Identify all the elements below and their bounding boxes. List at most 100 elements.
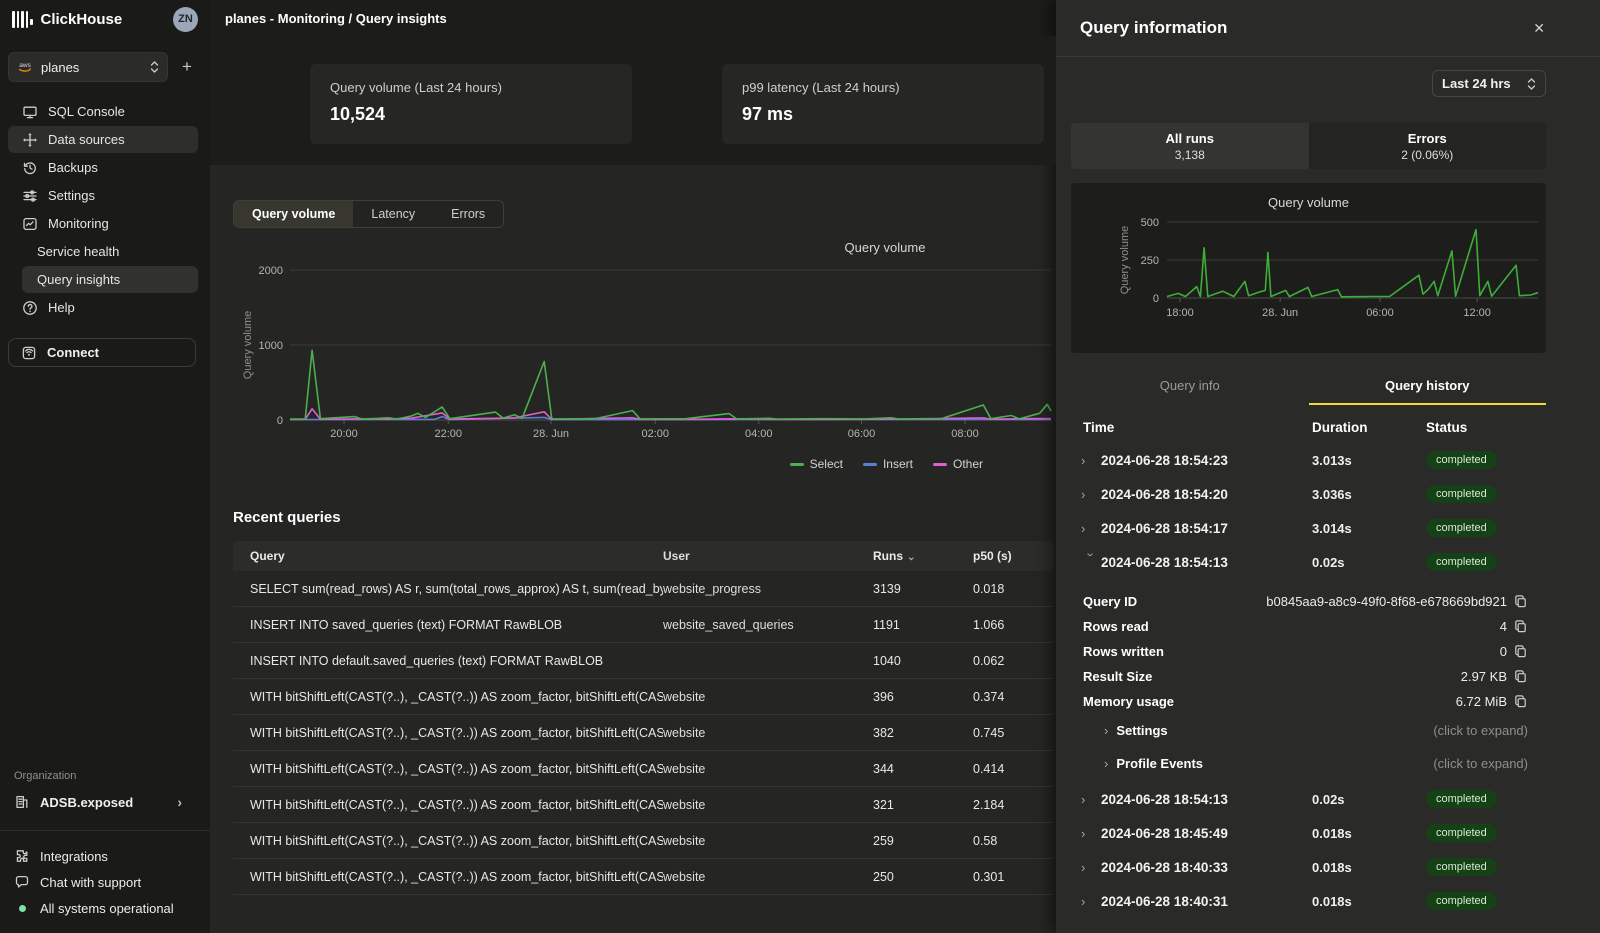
user-cell: website [663, 798, 873, 812]
history-row[interactable]: › 2024-06-28 18:54:23 3.013s completed [1071, 443, 1546, 477]
status-badge: completed [1426, 824, 1497, 842]
chevron-right-icon[interactable]: › [1081, 894, 1101, 909]
p50-cell: 0.018 [973, 582, 1053, 596]
table-row[interactable]: WITH bitShiftLeft(CAST(?..), _CAST(?..))… [233, 715, 1053, 751]
sidebar-item-chat-support[interactable]: Chat with support [0, 869, 210, 895]
chevron-right-icon[interactable]: › [1081, 826, 1101, 841]
history-row[interactable]: › 2024-06-28 18:54:20 3.036s completed [1071, 477, 1546, 511]
data-sources-icon [22, 132, 38, 148]
clickhouse-logo-icon[interactable] [12, 11, 33, 28]
column-header-runs[interactable]: Runs⌄ [873, 549, 973, 563]
runs-cell: 321 [873, 798, 973, 812]
table-row[interactable]: WITH bitShiftLeft(CAST(?..), _CAST(?..))… [233, 859, 1053, 895]
mini-query-volume-chart: 500250018:0028. Jun06:0012:00Query volum… [1071, 210, 1546, 340]
user-avatar[interactable]: ZN [173, 7, 198, 32]
segment-all-runs[interactable]: All runs 3,138 [1071, 123, 1309, 169]
copy-icon[interactable] [1513, 694, 1528, 709]
table-row[interactable]: WITH bitShiftLeft(CAST(?..), _CAST(?..))… [233, 679, 1053, 715]
sort-down-icon: ⌄ [907, 552, 915, 563]
chat-bubble-icon [14, 874, 30, 890]
detail-value: b0845aa9-a8c9-49f0-8f68-e678669bd921 [1266, 594, 1507, 609]
p50-cell: 0.062 [973, 654, 1053, 668]
chevron-right-icon: › [1104, 723, 1108, 738]
legend-item-select[interactable]: Select [790, 457, 843, 471]
panel-title: Query information [1080, 18, 1227, 38]
history-row[interactable]: › 2024-06-28 18:45:49 0.018s completed [1071, 816, 1546, 850]
table-row[interactable]: SELECT sum(read_rows) AS r, sum(total_ro… [233, 571, 1053, 607]
sidebar-item-backups[interactable]: Backups [8, 154, 198, 181]
close-icon[interactable]: ✕ [1533, 20, 1545, 37]
p50-cell: 0.414 [973, 762, 1053, 776]
expandable-row[interactable]: › Settings (click to expand) [1071, 714, 1528, 747]
sidebar-item-settings[interactable]: Settings [8, 182, 198, 209]
p50-cell: 0.58 [973, 834, 1053, 848]
user-cell: website [663, 762, 873, 776]
copy-icon[interactable] [1513, 669, 1528, 684]
console-icon [22, 104, 38, 120]
add-service-button[interactable]: + [176, 57, 198, 77]
table-row[interactable]: WITH bitShiftLeft(CAST(?..), _CAST(?..))… [233, 823, 1053, 859]
copy-icon[interactable] [1513, 619, 1528, 634]
breadcrumb: planes - Monitoring / Query insights [210, 0, 1056, 36]
query-cell: INSERT INTO default.saved_queries (text)… [233, 654, 663, 668]
system-status-item[interactable]: All systems operational [0, 895, 210, 921]
history-row[interactable]: › 2024-06-28 18:40:31 0.018s completed [1071, 884, 1546, 918]
sidebar-item-sql-console[interactable]: SQL Console [8, 98, 198, 125]
history-row[interactable]: › 2024-06-28 18:54:13 0.02s completed [1071, 782, 1546, 816]
p50-cell: 1.066 [973, 618, 1053, 632]
history-header-row: Time Duration Status [1071, 411, 1546, 443]
table-row[interactable]: WITH bitShiftLeft(CAST(?..), _CAST(?..))… [233, 751, 1053, 787]
history-row[interactable]: › 2024-06-28 18:40:33 0.018s completed [1071, 850, 1546, 884]
legend-item-insert[interactable]: Insert [863, 457, 913, 471]
tab-latency[interactable]: Latency [353, 201, 433, 227]
service-selector-value: planes [41, 60, 142, 75]
sidebar-item-data-sources[interactable]: Data sources [8, 126, 198, 153]
svg-text:04:00: 04:00 [745, 428, 773, 440]
chevron-right-icon[interactable]: › [1081, 521, 1101, 536]
tab-query-history[interactable]: Query history [1309, 370, 1547, 405]
table-row[interactable]: WITH bitShiftLeft(CAST(?..), _CAST(?..))… [233, 787, 1053, 823]
segment-errors[interactable]: Errors 2 (0.06%) [1309, 123, 1547, 169]
history-time: 2024-06-28 18:54:13 [1101, 555, 1312, 570]
chevron-right-icon[interactable]: › [1081, 487, 1101, 502]
time-range-select[interactable]: Last 24 hrs [1432, 70, 1546, 97]
expandable-row[interactable]: › Profile Events (click to expand) [1071, 747, 1528, 780]
copy-icon[interactable] [1513, 594, 1528, 609]
history-row[interactable]: › 2024-06-28 18:54:13 0.02s completed [1071, 545, 1546, 579]
tab-query-info[interactable]: Query info [1071, 370, 1309, 405]
column-header-query[interactable]: Query [233, 549, 663, 563]
tab-query-volume[interactable]: Query volume [234, 201, 353, 227]
svg-text:28. Jun: 28. Jun [1262, 307, 1298, 319]
sidebar-item-query-insights[interactable]: Query insights [22, 266, 198, 293]
query-cell: WITH bitShiftLeft(CAST(?..), _CAST(?..))… [233, 762, 663, 776]
runs-cell: 396 [873, 690, 973, 704]
history-row[interactable]: › 2024-06-28 18:54:17 3.014s completed [1071, 511, 1546, 545]
expand-hint: (click to expand) [1433, 756, 1528, 771]
column-header-p50[interactable]: p50 (s) [973, 549, 1053, 563]
column-header-user[interactable]: User [663, 549, 873, 563]
legend-item-other[interactable]: Other [933, 457, 983, 471]
sidebar-item-monitoring[interactable]: Monitoring [8, 210, 198, 237]
chevron-right-icon[interactable]: › [1081, 792, 1101, 807]
service-selector[interactable]: aws planes [8, 52, 168, 82]
table-row[interactable]: INSERT INTO saved_queries (text) FORMAT … [233, 607, 1053, 643]
organization-item[interactable]: ADSB.exposed › [0, 788, 210, 816]
sliders-icon [22, 188, 38, 204]
sidebar-item-help[interactable]: Help [8, 294, 198, 321]
sidebar-item-service-health[interactable]: Service health [8, 238, 198, 265]
legend-dash-icon [790, 463, 804, 466]
history-time: 2024-06-28 18:54:20 [1101, 487, 1312, 502]
tab-errors[interactable]: Errors [433, 201, 503, 227]
table-row[interactable]: INSERT INTO default.saved_queries (text)… [233, 643, 1053, 679]
legend-dash-icon [863, 463, 877, 466]
chevron-right-icon[interactable]: › [1084, 552, 1099, 572]
svg-text:Query volume: Query volume [1119, 226, 1131, 294]
chevron-right-icon[interactable]: › [1081, 453, 1101, 468]
copy-icon[interactable] [1513, 644, 1528, 659]
chevron-right-icon[interactable]: › [1081, 860, 1101, 875]
user-cell: website [663, 870, 873, 884]
connect-button[interactable]: Connect [8, 338, 196, 367]
organization-building-icon [14, 794, 30, 810]
sidebar-item-integrations[interactable]: Integrations [0, 843, 210, 869]
svg-text:Query volume: Query volume [845, 240, 926, 255]
